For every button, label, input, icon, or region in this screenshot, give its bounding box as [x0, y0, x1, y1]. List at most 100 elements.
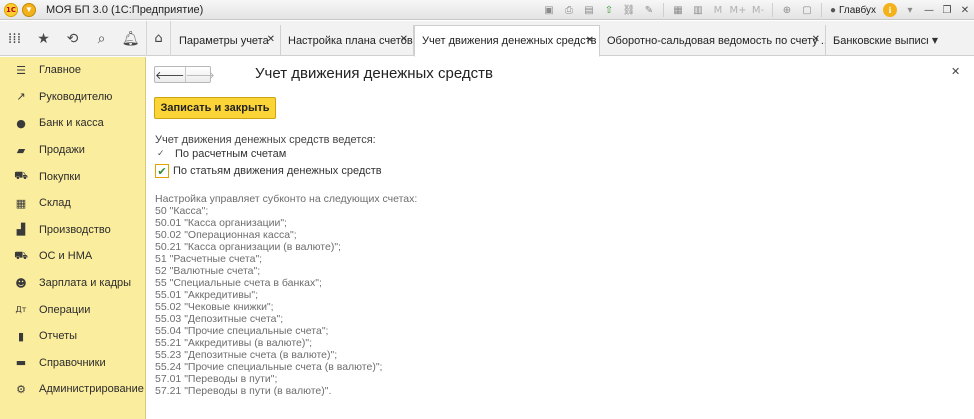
sidebar-item-bank[interactable]: ● Банк и касса [0, 110, 145, 137]
bar-chart-icon: ▮ [17, 329, 25, 343]
sidebar-item-label: Склад [39, 197, 71, 210]
sidebar-item-warehouse[interactable]: ▦ Склад [0, 190, 145, 217]
sidebar-item-label: Главное [39, 64, 82, 77]
save-icon[interactable]: ▣ [542, 3, 556, 17]
accounts-info: Настройка управляет субконто на следующи… [155, 193, 417, 397]
tab-bank-statements[interactable]: Банковские выписки [826, 25, 928, 56]
sidebar-item-reports[interactable]: ▮ Отчеты [0, 323, 145, 350]
info-line: 55 "Специальные счета в банках"; [155, 277, 322, 289]
tab-trial-balance[interactable]: Оборотно-сальдовая ведомость по счету ..… [600, 25, 826, 56]
sidebar-item-administration[interactable]: ⚙ Администрирование [0, 376, 145, 403]
close-tab-icon[interactable]: ✕ [586, 35, 594, 46]
briefcase-icon: ▰ [16, 143, 26, 157]
info-line: 57.21 "Переводы в пути (в валюте)". [155, 385, 332, 397]
tab-label: Параметры учета [179, 34, 269, 47]
memory-plus-icon[interactable]: M [711, 3, 725, 17]
attach-icon[interactable]: ✎ [642, 3, 656, 17]
zoom-icon[interactable]: ⊕ [780, 3, 794, 17]
sidebar-item-sales[interactable]: ▰ Продажи [0, 137, 145, 164]
favorites-star-icon[interactable]: ★ [29, 21, 58, 56]
history-icon[interactable]: ⟲ [58, 21, 87, 56]
menu-lines-icon: ☰ [16, 63, 26, 77]
preview-icon[interactable]: ▤ [582, 3, 596, 17]
info-line: 55.03 "Депозитные счета"; [155, 313, 284, 325]
forward-arrow-icon[interactable]: 🡒 [186, 67, 216, 82]
home-tab-button[interactable]: ⌂ [146, 21, 171, 56]
sidebar-item-label: Операции [39, 303, 91, 316]
option-label: По статьям движения денежных средств [173, 165, 382, 177]
sidebar-item-label: Производство [39, 223, 111, 236]
info-line: 57.01 "Переводы в пути"; [155, 373, 278, 385]
close-tab-icon[interactable]: ✕ [812, 34, 820, 45]
sidebar-item-main[interactable]: ☰ Главное [0, 57, 145, 84]
restore-button[interactable]: ❐ [938, 3, 956, 17]
sidebar-item-label: ОС и НМА [39, 250, 93, 263]
sidebar-item-operations[interactable]: Дт Операции [0, 296, 145, 323]
truck-icon: ⛟ [14, 248, 28, 262]
upload-icon[interactable]: ⇧ [602, 3, 616, 17]
current-user[interactable]: ● Главбух [830, 5, 876, 16]
option-label: По расчетным счетам [175, 148, 287, 160]
check-mark-icon: ✓ [157, 149, 165, 159]
info-line: 55.23 "Депозитные счета (в валюте)"; [155, 349, 338, 361]
link-icon[interactable]: ⛓ [622, 3, 636, 17]
sidebar-item-fixed-assets[interactable]: ⛟ ОС и НМА [0, 243, 145, 270]
sections-panel: ☰ Главное ↗ Руководителю ● Банк и касса … [0, 57, 146, 419]
memory-add-icon[interactable]: M+ [729, 3, 746, 17]
tab-label: Настройка плана счетов [288, 34, 413, 47]
calendar-icon[interactable]: ▥ [691, 3, 705, 17]
sidebar-item-label: Покупки [39, 170, 81, 183]
info-line: 55.24 "Прочие специальные счета (в валют… [155, 361, 383, 373]
dropdown-arrow-icon[interactable]: ▾ [903, 3, 917, 17]
info-line: 50 "Касса"; [155, 205, 209, 217]
option-bank-accounts: ✓ По расчетным счетам [157, 148, 286, 160]
back-arrow-icon[interactable]: 🡐 [155, 67, 186, 82]
apps-grid-icon[interactable]: ⁞⁞⁞ [0, 21, 29, 56]
trend-chart-icon: ↗ [16, 90, 26, 104]
sidebar-item-manager[interactable]: ↗ Руководителю [0, 84, 145, 111]
user-name: Главбух [839, 4, 876, 16]
checkbox[interactable]: ✔ [155, 164, 169, 178]
sidebar-item-production[interactable]: ▟ Производство [0, 217, 145, 244]
sidebar-item-label: Банк и касса [39, 117, 104, 130]
info-line: 50.01 "Касса организации"; [155, 217, 287, 229]
ruble-coin-icon: ● [16, 116, 26, 130]
main-menu-button[interactable]: ▼ [22, 2, 36, 17]
calculator-icon[interactable]: ▦ [671, 3, 685, 17]
info-line: 51 "Расчетные счета"; [155, 253, 263, 265]
info-line: 52 "Валютные счета"; [155, 265, 261, 277]
toolbar-separator [820, 3, 822, 17]
sidebar-item-payroll[interactable]: ☻ Зарплата и кадры [0, 270, 145, 297]
search-icon[interactable]: ⌕ [87, 21, 116, 56]
sidebar-item-label: Зарплата и кадры [39, 277, 132, 290]
print-icon[interactable]: ⎙ [562, 3, 576, 17]
tab-cash-flow[interactable]: Учет движения денежных средств ✕ [414, 25, 600, 57]
memory-subtract-icon[interactable]: M- [751, 3, 765, 17]
sidebar-item-label: Отчеты [39, 330, 78, 343]
sidebar-item-label: Руководителю [39, 90, 113, 103]
save-and-close-button[interactable]: Записать и закрыть [154, 97, 276, 119]
notifications-bell-icon[interactable]: 🔔︎ [116, 21, 145, 56]
window-icon[interactable]: ▢ [800, 3, 814, 17]
minimize-button[interactable]: — [920, 3, 938, 17]
history-nav: 🡐 🡒 [154, 66, 215, 83]
tab-params[interactable]: Параметры учета ✕ [172, 25, 281, 56]
toolbar-separator [771, 3, 773, 17]
close-window-button[interactable]: ✕ [956, 3, 974, 17]
sidebar-item-catalogs[interactable]: ▬ Справочники [0, 350, 145, 377]
info-line: 55.21 "Аккредитивы (в валюте)"; [155, 337, 313, 349]
close-icon[interactable]: ✕ [951, 65, 960, 78]
sidebar-item-purchases[interactable]: ⛟ Покупки [0, 163, 145, 190]
maintained-label: Учет движения денежных средств ведется: [155, 134, 376, 146]
close-tab-icon[interactable]: ✕ [400, 34, 408, 45]
tabs-more-dropdown-icon[interactable]: ▼ [928, 25, 942, 56]
option-cash-flow-items[interactable]: ✔ По статьям движения денежных средств [155, 164, 382, 178]
title-toolbar: ▣ ⎙ ▤ ⇧ ⛓ ✎ ▦ ▥ M M+ M- ⊕ ▢ ● Главбух i … [539, 0, 974, 20]
info-icon[interactable]: i [883, 3, 897, 17]
toolbar-separator [662, 3, 664, 17]
sidebar-item-label: Продажи [39, 144, 85, 157]
close-tab-icon[interactable]: ✕ [267, 34, 275, 45]
tab-chart-of-accounts[interactable]: Настройка плана счетов ✕ [281, 25, 414, 56]
sidebar-item-label: Администрирование [39, 383, 144, 396]
title-bar: 1С ▼ МОЯ БП 3.0 (1С:Предприятие) ▣ ⎙ ▤ ⇧… [0, 0, 974, 20]
